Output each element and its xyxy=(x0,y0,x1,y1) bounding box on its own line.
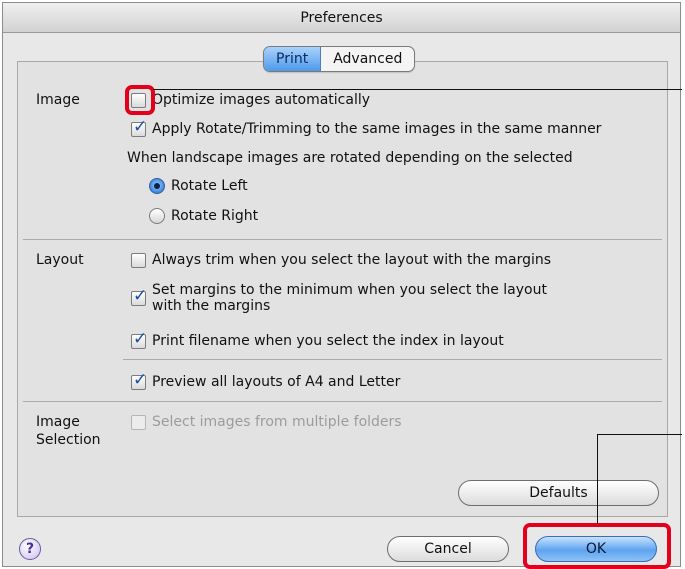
landscape-rotation-text: When landscape images are rotated depend… xyxy=(127,149,573,167)
preview-layouts-option[interactable]: Preview all layouts of A4 and Letter xyxy=(131,371,401,391)
cancel-button[interactable]: Cancel xyxy=(387,536,509,562)
tab-print[interactable]: Print xyxy=(264,47,322,71)
optimize-images-label: Optimize images automatically xyxy=(152,92,371,108)
section-divider xyxy=(23,401,662,402)
landscape-rotation-label: When landscape images are rotated depend… xyxy=(127,150,573,166)
rotate-right-label: Rotate Right xyxy=(171,208,259,224)
always-trim-label: Always trim when you select the layout w… xyxy=(152,252,552,268)
print-filename-option[interactable]: Print filename when you select the index… xyxy=(131,330,504,350)
print-filename-checkbox[interactable] xyxy=(131,330,147,349)
layout-section-label: Layout xyxy=(36,252,84,268)
always-trim-option[interactable]: Always trim when you select the layout w… xyxy=(131,251,551,269)
rotate-left-option[interactable]: Rotate Left xyxy=(149,177,248,195)
ok-callout-line-vertical xyxy=(597,434,598,524)
preview-layouts-label: Preview all layouts of A4 and Letter xyxy=(152,374,401,390)
select-multiple-folders-checkbox xyxy=(131,415,146,430)
rotate-left-label: Rotate Left xyxy=(171,178,248,194)
apply-rotate-checkbox[interactable] xyxy=(131,118,147,137)
preferences-window: Preferences Print Advanced Image Optimiz… xyxy=(2,2,682,569)
ok-callout-line-horizontal xyxy=(597,434,682,435)
rotate-right-radio[interactable] xyxy=(149,208,165,224)
set-margins-label: Set margins to the minimum when you sele… xyxy=(152,282,547,314)
ok-button-highlight xyxy=(523,523,671,569)
defaults-button[interactable]: Defaults xyxy=(458,480,659,506)
image-section-label: Image xyxy=(36,92,80,108)
optimize-checkbox-highlight xyxy=(125,85,155,115)
layout-inner-divider xyxy=(123,359,662,360)
tab-advanced[interactable]: Advanced xyxy=(321,47,414,71)
preview-layouts-checkbox[interactable] xyxy=(131,371,147,390)
image-selection-label-line2: Selection xyxy=(36,432,101,448)
select-multiple-folders-option: Select images from multiple folders xyxy=(131,413,402,431)
window-title: Preferences xyxy=(3,3,680,33)
section-divider xyxy=(23,239,662,240)
set-margins-label-line1: Set margins to the minimum when you sele… xyxy=(152,282,547,298)
optimize-callout-line xyxy=(153,89,682,90)
set-margins-label-line2: with the margins xyxy=(152,298,271,314)
always-trim-checkbox[interactable] xyxy=(131,253,146,268)
apply-rotate-label: Apply Rotate/Trimming to the same images… xyxy=(152,121,602,137)
print-filename-label: Print filename when you select the index… xyxy=(152,333,504,349)
image-selection-section-label: Image Selection xyxy=(36,413,101,449)
apply-rotate-option[interactable]: Apply Rotate/Trimming to the same images… xyxy=(131,118,602,138)
set-margins-option[interactable]: Set margins to the minimum when you sele… xyxy=(131,282,547,314)
rotate-left-radio[interactable] xyxy=(149,178,165,194)
set-margins-checkbox[interactable] xyxy=(131,287,147,306)
optimize-images-option[interactable]: Optimize images automatically xyxy=(131,91,370,109)
help-button[interactable]: ? xyxy=(19,538,41,560)
tab-bar: Print Advanced xyxy=(263,46,416,72)
select-multiple-folders-label: Select images from multiple folders xyxy=(152,414,402,430)
rotate-right-option[interactable]: Rotate Right xyxy=(149,207,258,225)
image-selection-label-line1: Image xyxy=(36,414,80,430)
